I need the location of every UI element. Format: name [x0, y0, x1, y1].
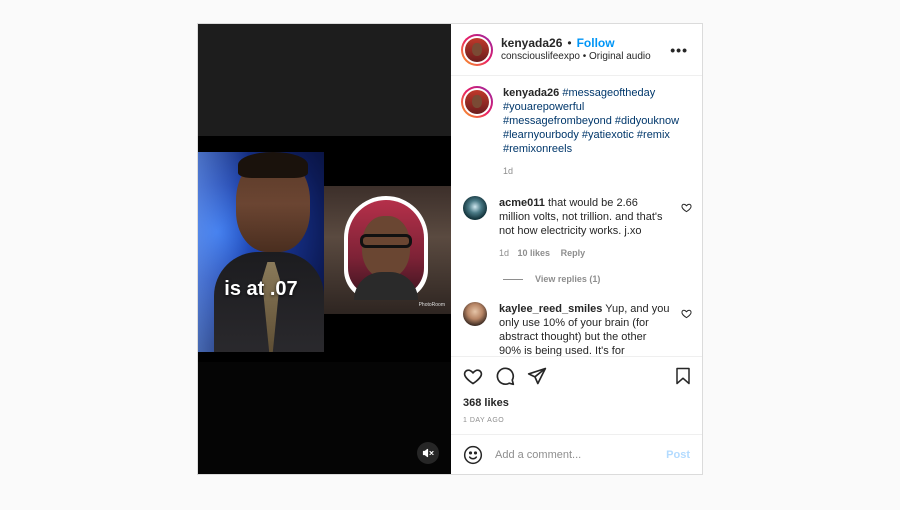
photoroom-watermark: PhotoRoom [418, 302, 445, 308]
paper-plane-icon [527, 367, 547, 385]
like-button[interactable] [463, 366, 483, 386]
page: is at .07 PhotoRoom kenyada26 • Follow c… [0, 0, 900, 510]
comment-icon [496, 367, 515, 386]
likes-count[interactable]: 368 likes [451, 395, 702, 409]
comment-username[interactable]: kaylee_reed_smiles [499, 303, 602, 315]
emoji-button[interactable] [463, 445, 483, 465]
comment-likes[interactable]: 10 likes [518, 248, 551, 258]
commenter-avatar[interactable] [463, 196, 487, 220]
separator-dot: • [567, 35, 572, 50]
view-replies-button[interactable]: View replies (1) [503, 274, 692, 284]
post-sidebar: kenyada26 • Follow consciouslifeexpo • O… [451, 24, 702, 474]
reaction-clip: PhotoRoom [324, 186, 451, 314]
comment-input[interactable] [495, 448, 667, 461]
commenter-avatar[interactable] [463, 302, 487, 326]
smiley-icon [463, 445, 483, 464]
add-comment-bar: Post [451, 434, 702, 474]
news-anchor-clip: is at .07 [198, 152, 324, 352]
save-button[interactable] [674, 367, 692, 390]
comment-item: acme011 that would be 2.66 million volts… [461, 196, 692, 260]
more-options-icon[interactable]: ••• [670, 42, 688, 58]
replies-divider [503, 278, 523, 280]
mute-button[interactable] [417, 442, 439, 464]
comment-button[interactable] [495, 366, 515, 386]
comment-time: 1d [499, 248, 510, 258]
caption-time: 1d [503, 166, 514, 176]
post-comment-button[interactable]: Post [666, 449, 690, 461]
post-age: 1 DAY AGO [463, 417, 505, 424]
caption-avatar[interactable] [461, 86, 493, 118]
reply-button[interactable]: Reply [561, 248, 586, 258]
comment-heart-icon[interactable] [681, 308, 692, 319]
share-button[interactable] [527, 366, 547, 386]
video-overlay-text: is at .07 [224, 278, 298, 300]
comment-heart-icon[interactable] [681, 202, 692, 213]
speaker-muted-icon [422, 448, 434, 458]
sticker-glasses [360, 234, 412, 248]
author-info: kenyada26 • Follow consciouslifeexpo • O… [501, 36, 651, 64]
post-header: kenyada26 • Follow consciouslifeexpo • O… [451, 24, 702, 76]
anchor-hair [238, 152, 308, 178]
action-bar [451, 357, 702, 395]
author-username[interactable]: kenyada26 [501, 36, 562, 51]
view-replies-label: View replies (1) [535, 274, 601, 284]
follow-button[interactable]: Follow [577, 36, 615, 51]
comments-list[interactable]: kenyada26 #messageoftheday #youarepowerf… [451, 76, 702, 356]
video-letterbox-top [198, 24, 451, 136]
post-card: is at .07 PhotoRoom kenyada26 • Follow c… [197, 23, 703, 475]
comment-username[interactable]: acme011 [499, 197, 545, 209]
video-letterbox-bottom [198, 362, 451, 474]
comment-item: kaylee_reed_smiles Yup, and you only use… [461, 302, 692, 356]
audio-subline[interactable]: consciouslifeexpo • Original audio [501, 51, 651, 64]
caption-username[interactable]: kenyada26 [503, 87, 559, 99]
reel-video[interactable]: is at .07 PhotoRoom [198, 24, 451, 474]
author-avatar[interactable] [461, 33, 493, 66]
bookmark-icon [676, 367, 690, 385]
post-caption: kenyada26 #messageoftheday #youarepowerf… [461, 86, 692, 178]
heart-icon [463, 369, 483, 385]
